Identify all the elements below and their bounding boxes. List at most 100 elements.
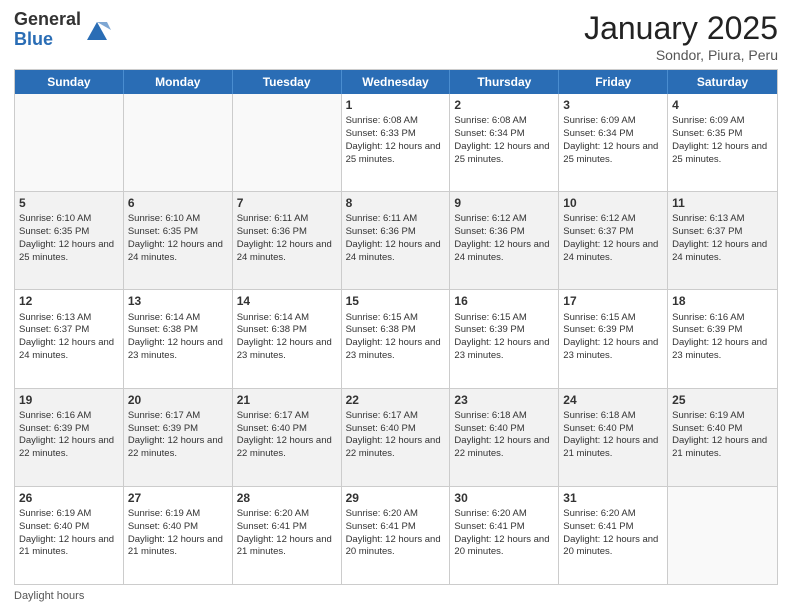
- day-number: 14: [237, 293, 337, 309]
- sunset-text: Sunset: 6:35 PM: [672, 128, 773, 141]
- sunset-text: Sunset: 6:34 PM: [563, 128, 663, 141]
- calendar-cell-28: 28Sunrise: 6:20 AMSunset: 6:41 PMDayligh…: [233, 487, 342, 584]
- sunrise-text: Sunrise: 6:17 AM: [346, 410, 446, 423]
- sunset-text: Sunset: 6:37 PM: [563, 226, 663, 239]
- sunset-text: Sunset: 6:41 PM: [346, 521, 446, 534]
- day-number: 12: [19, 293, 119, 309]
- title-block: January 2025 Sondor, Piura, Peru: [584, 10, 778, 63]
- calendar-cell-20: 20Sunrise: 6:17 AMSunset: 6:39 PMDayligh…: [124, 389, 233, 486]
- sunset-text: Sunset: 6:36 PM: [454, 226, 554, 239]
- calendar-cell-24: 24Sunrise: 6:18 AMSunset: 6:40 PMDayligh…: [559, 389, 668, 486]
- day-number: 3: [563, 97, 663, 113]
- sunrise-text: Sunrise: 6:19 AM: [672, 410, 773, 423]
- day-number: 18: [672, 293, 773, 309]
- sunrise-text: Sunrise: 6:10 AM: [19, 213, 119, 226]
- sunset-text: Sunset: 6:40 PM: [237, 423, 337, 436]
- daylight-text: Daylight: 12 hours and 23 minutes.: [454, 337, 554, 363]
- calendar-cell-4: 4Sunrise: 6:09 AMSunset: 6:35 PMDaylight…: [668, 94, 777, 191]
- day-number: 4: [672, 97, 773, 113]
- sunset-text: Sunset: 6:37 PM: [19, 324, 119, 337]
- daylight-text: Daylight: 12 hours and 21 minutes.: [672, 435, 773, 461]
- sunrise-text: Sunrise: 6:17 AM: [237, 410, 337, 423]
- sunrise-text: Sunrise: 6:20 AM: [346, 508, 446, 521]
- day-number: 11: [672, 195, 773, 211]
- sunset-text: Sunset: 6:40 PM: [563, 423, 663, 436]
- sunrise-text: Sunrise: 6:19 AM: [19, 508, 119, 521]
- calendar-row-5: 26 Sunrise: 6:19 AMSunset: 6:40 PM Dayligh…: [15, 486, 777, 584]
- daylight-text: Daylight: 12 hours and 24 minutes.: [237, 239, 337, 265]
- sunrise-text: Sunrise: 6:08 AM: [454, 115, 554, 128]
- day-number: 28: [237, 490, 337, 506]
- day-number: 9: [454, 195, 554, 211]
- sunset-text: Sunset: 6:39 PM: [672, 324, 773, 337]
- calendar-cell-21: 21Sunrise: 6:17 AMSunset: 6:40 PMDayligh…: [233, 389, 342, 486]
- daylight-text: Daylight: 12 hours and 22 minutes.: [346, 435, 446, 461]
- daylight-text: Daylight: 12 hours and 25 minutes.: [672, 141, 773, 167]
- calendar-cell-10: 10Sunrise: 6:12 AMSunset: 6:37 PMDayligh…: [559, 192, 668, 289]
- daylight-text: Daylight: 12 hours and 24 minutes.: [454, 239, 554, 265]
- sunrise-text: Sunrise: 6:15 AM: [346, 312, 446, 325]
- sunset-text: Sunset: 6:39 PM: [128, 423, 228, 436]
- day-number: 13: [128, 293, 228, 309]
- sunset-text: Sunset: 6:38 PM: [128, 324, 228, 337]
- sunset-text: Sunset: 6:41 PM: [563, 521, 663, 534]
- calendar-cell-empty-0-2: [233, 94, 342, 191]
- calendar-cell-empty-4-6: [668, 487, 777, 584]
- daylight-text: Daylight: 12 hours and 24 minutes.: [672, 239, 773, 265]
- sunrise-text: Sunrise: 6:09 AM: [563, 115, 663, 128]
- sunset-text: Sunset: 6:38 PM: [346, 324, 446, 337]
- day-number: 7: [237, 195, 337, 211]
- sunset-text: Sunset: 6:40 PM: [346, 423, 446, 436]
- day-number: 26: [19, 490, 119, 506]
- day-number: 27: [128, 490, 228, 506]
- daylight-text: Daylight: 12 hours and 20 minutes.: [346, 534, 446, 560]
- day-number: 30: [454, 490, 554, 506]
- calendar-cell-23: 23Sunrise: 6:18 AMSunset: 6:40 PMDayligh…: [450, 389, 559, 486]
- sunset-text: Sunset: 6:36 PM: [346, 226, 446, 239]
- calendar-header: SundayMondayTuesdayWednesdayThursdayFrid…: [15, 70, 777, 94]
- calendar-cell-9: 9 Sunrise: 6:12 AMSunset: 6:36 PMDaylight…: [450, 192, 559, 289]
- daylight-text: Daylight: 12 hours and 25 minutes.: [19, 239, 119, 265]
- calendar-cell-15: 15Sunrise: 6:15 AMSunset: 6:38 PMDayligh…: [342, 290, 451, 387]
- calendar-row-2: 5Sunrise: 6:10 AMSunset: 6:35 PMDaylight…: [15, 191, 777, 289]
- calendar-cell-5: 5Sunrise: 6:10 AMSunset: 6:35 PMDaylight…: [15, 192, 124, 289]
- sunrise-text: Sunrise: 6:18 AM: [454, 410, 554, 423]
- daylight-text: Daylight: 12 hours and 24 minutes.: [346, 239, 446, 265]
- sunrise-text: Sunrise: 6:08 AM: [346, 115, 446, 128]
- day-number: 23: [454, 392, 554, 408]
- calendar-cell-13: 13Sunrise: 6:14 AMSunset: 6:38 PMDayligh…: [124, 290, 233, 387]
- sunrise-text: Sunrise: 6:16 AM: [19, 410, 119, 423]
- calendar-cell-26: 26Sunrise: 6:19 AMSunset: 6:40 PMDayligh…: [15, 487, 124, 584]
- logo-icon: [83, 16, 111, 44]
- calendar-cell-31: 31Sunrise: 6:20 AMSunset: 6:41 PMDayligh…: [559, 487, 668, 584]
- day-header-saturday: Saturday: [668, 70, 777, 94]
- calendar-cell-19: 19Sunrise: 6:16 AMSunset: 6:39 PMDayligh…: [15, 389, 124, 486]
- sunrise-text: Sunrise: 6:16 AM: [672, 312, 773, 325]
- calendar-cell-18: 18Sunrise: 6:16 AMSunset: 6:39 PMDayligh…: [668, 290, 777, 387]
- sunrise-text: Sunrise: 6:15 AM: [563, 312, 663, 325]
- calendar-cell-1: 1Sunrise: 6:08 AMSunset: 6:33 PMDaylight…: [342, 94, 451, 191]
- day-header-wednesday: Wednesday: [342, 70, 451, 94]
- calendar-row-3: 12Sunrise: 6:13 AMSunset: 6:37 PMDayligh…: [15, 289, 777, 387]
- sunrise-text: Sunrise: 6:11 AM: [237, 213, 337, 226]
- sunrise-text: Sunrise: 6:10 AM: [128, 213, 228, 226]
- calendar-cell-11: 11Sunrise: 6:13 AMSunset: 6:37 PMDayligh…: [668, 192, 777, 289]
- day-number: 29: [346, 490, 446, 506]
- day-number: 2: [454, 97, 554, 113]
- sunset-text: Sunset: 6:34 PM: [454, 128, 554, 141]
- daylight-text: Daylight: 12 hours and 25 minutes.: [454, 141, 554, 167]
- daylight-text: Daylight: 12 hours and 23 minutes.: [237, 337, 337, 363]
- daylight-text: Daylight: 12 hours and 25 minutes.: [563, 141, 663, 167]
- sunset-text: Sunset: 6:39 PM: [19, 423, 119, 436]
- calendar-row-4: 19Sunrise: 6:16 AMSunset: 6:39 PMDayligh…: [15, 388, 777, 486]
- daylight-text: Daylight: 12 hours and 22 minutes.: [237, 435, 337, 461]
- calendar-row-1: 1Sunrise: 6:08 AMSunset: 6:33 PMDaylight…: [15, 94, 777, 191]
- sunrise-text: Sunrise: 6:12 AM: [454, 213, 554, 226]
- logo-blue-text: Blue: [14, 29, 53, 49]
- day-number: 8: [346, 195, 446, 211]
- sunset-text: Sunset: 6:39 PM: [454, 324, 554, 337]
- sunset-text: Sunset: 6:40 PM: [19, 521, 119, 534]
- sunset-text: Sunset: 6:41 PM: [454, 521, 554, 534]
- day-header-sunday: Sunday: [15, 70, 124, 94]
- calendar-cell-16: 16Sunrise: 6:15 AMSunset: 6:39 PMDayligh…: [450, 290, 559, 387]
